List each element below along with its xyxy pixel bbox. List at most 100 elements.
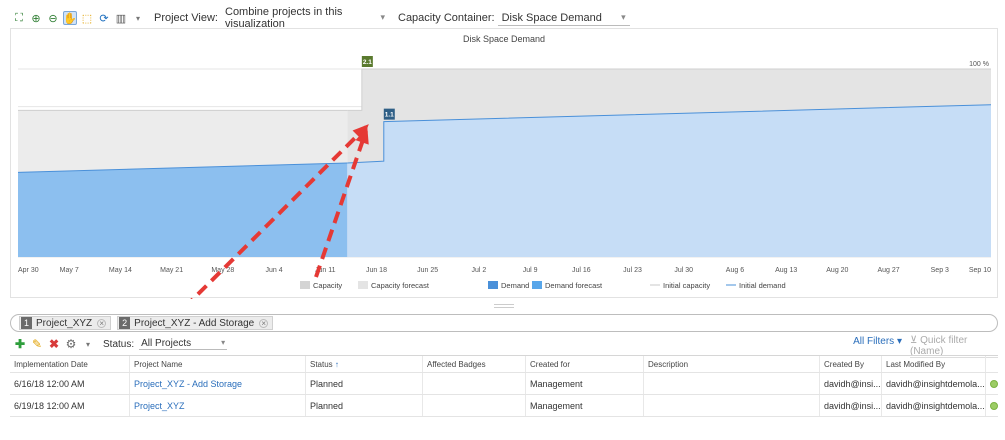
chevron-down-icon[interactable]: ▾ bbox=[131, 11, 145, 25]
project-tag[interactable]: 1 Project_XYZ × bbox=[19, 316, 112, 330]
legend-item: Initial capacity bbox=[650, 281, 710, 290]
legend-label: Demand forecast bbox=[545, 281, 603, 290]
settings-icon[interactable]: ⚙ bbox=[65, 337, 77, 351]
legend-item: Demand forecast bbox=[532, 281, 603, 290]
x-tick-label: Aug 6 bbox=[726, 267, 744, 274]
marker-label: 2.1 bbox=[363, 59, 372, 66]
column-header-label: Status bbox=[310, 359, 333, 369]
tag-label: Project_XYZ bbox=[36, 317, 93, 329]
status-value: All Projects bbox=[141, 338, 192, 349]
chevron-down-icon: ▾ bbox=[380, 12, 385, 22]
all-filters-label: All Filters bbox=[853, 336, 895, 347]
legend-item: Initial demand bbox=[726, 281, 786, 290]
demand-forecast-area bbox=[347, 104, 991, 257]
legend-item: Capacity forecast bbox=[358, 281, 430, 290]
column-spacer bbox=[986, 356, 998, 372]
row-status-cell bbox=[986, 373, 998, 394]
project-view-value: Combine projects in this visualization bbox=[225, 5, 343, 30]
x-tick-label: Aug 13 bbox=[775, 267, 797, 274]
last-modified-by-cell: davidh@insightdemola... bbox=[882, 373, 986, 394]
table-row[interactable]: 6/19/18 12:00 AM Project_XYZ Planned Man… bbox=[10, 395, 998, 417]
implementation-date-cell: 6/19/18 12:00 AM bbox=[10, 395, 130, 416]
zoom-out-icon[interactable]: ⊖ bbox=[46, 11, 60, 25]
column-header-status[interactable]: Status ↑ bbox=[306, 356, 423, 372]
refresh-icon[interactable]: ⟳ bbox=[97, 11, 111, 25]
column-header[interactable]: Implementation Date bbox=[10, 356, 130, 372]
project-view-label: Project View: bbox=[154, 12, 218, 24]
project-name-link[interactable]: Project_XYZ bbox=[130, 395, 306, 416]
project-marker: 2.1 bbox=[361, 56, 373, 67]
chart-toolbar: ⛶ ⊕ ⊖ ✋ ⬚ ⟳ ▥ ▾ Project View: Combine pr… bbox=[12, 5, 630, 32]
implementation-date-cell: 6/16/18 12:00 AM bbox=[10, 373, 130, 394]
created-for-cell: Management bbox=[526, 395, 644, 416]
x-tick-label: Jul 30 bbox=[674, 267, 693, 274]
last-modified-by-cell: davidh@insightdemola... bbox=[882, 395, 986, 416]
projects-table: Implementation Date Project Name Status … bbox=[10, 355, 998, 417]
x-tick-label: Jul 2 bbox=[471, 267, 486, 274]
panel-splitter[interactable] bbox=[494, 304, 514, 308]
legend-label: Initial demand bbox=[739, 281, 786, 290]
close-icon[interactable]: × bbox=[259, 318, 269, 328]
zoom-select-icon[interactable]: ⬚ bbox=[80, 11, 94, 25]
description-cell bbox=[644, 373, 820, 394]
affected-badges-cell bbox=[423, 373, 526, 394]
status-cell: Planned bbox=[306, 395, 423, 416]
zoom-in-icon[interactable]: ⊕ bbox=[29, 11, 43, 25]
filter-icon: ⊻ bbox=[910, 335, 918, 346]
project-marker: 1.1 bbox=[383, 108, 395, 120]
x-tick-label: Jun 18 bbox=[366, 267, 387, 274]
disk-space-chart[interactable]: 0 %20 %40 %60 %80 %100 %Apr 30May 7May 1… bbox=[11, 29, 999, 323]
table-header: Implementation Date Project Name Status … bbox=[10, 355, 998, 373]
x-tick-label: Aug 20 bbox=[826, 267, 848, 274]
table-row[interactable]: 6/16/18 12:00 AM Project_XYZ - Add Stora… bbox=[10, 373, 998, 395]
legend-swatch bbox=[300, 281, 310, 289]
all-filters-button[interactable]: All Filters ▾ bbox=[853, 336, 902, 347]
column-header[interactable]: Created By bbox=[820, 356, 882, 372]
grid-toolbar: ✚ ✎ ✖ ⚙ ▾ Status: All Projects ▾ All Fil… bbox=[14, 335, 998, 358]
status-select[interactable]: All Projects ▾ bbox=[139, 338, 228, 350]
column-header[interactable]: Last Modified By bbox=[882, 356, 986, 372]
description-cell bbox=[644, 395, 820, 416]
x-tick-label: May 14 bbox=[109, 267, 132, 274]
x-tick-label: Jul 9 bbox=[523, 267, 538, 274]
x-tick-label: Jun 4 bbox=[265, 267, 282, 274]
project-name-link[interactable]: Project_XYZ - Add Storage bbox=[130, 373, 306, 394]
edit-icon[interactable]: ✎ bbox=[31, 337, 43, 351]
legend-label: Initial capacity bbox=[663, 281, 710, 290]
capacity-container-select[interactable]: Disk Space Demand ▾ bbox=[497, 11, 630, 26]
column-header[interactable]: Description bbox=[644, 356, 820, 372]
close-icon[interactable]: × bbox=[97, 318, 107, 328]
x-tick-label: Aug 27 bbox=[877, 267, 899, 274]
project-tag[interactable]: 2 Project_XYZ - Add Storage × bbox=[117, 316, 274, 330]
legend-label: Capacity forecast bbox=[371, 281, 430, 290]
fit-icon[interactable]: ⛶ bbox=[12, 11, 26, 25]
chart-panel: Disk Space Demand 0 %20 %40 %60 %80 %100… bbox=[10, 28, 999, 323]
status-ok-icon bbox=[990, 401, 998, 410]
affected-badges-cell bbox=[423, 395, 526, 416]
created-by-cell: davidh@insi... bbox=[820, 373, 882, 394]
columns-icon[interactable]: ▥ bbox=[114, 11, 128, 25]
chevron-down-icon[interactable]: ▾ bbox=[82, 340, 94, 349]
delete-icon[interactable]: ✖ bbox=[48, 337, 60, 351]
x-tick-label: Jul 23 bbox=[623, 267, 642, 274]
add-icon[interactable]: ✚ bbox=[14, 337, 26, 351]
capacity-container-value: Disk Space Demand bbox=[501, 11, 602, 24]
x-tick-label: May 21 bbox=[160, 267, 183, 274]
column-header[interactable]: Affected Badges bbox=[423, 356, 526, 372]
created-for-cell: Management bbox=[526, 373, 644, 394]
status-ok-icon bbox=[990, 379, 998, 388]
legend-swatch bbox=[488, 281, 498, 289]
x-tick-label: Jul 16 bbox=[572, 267, 591, 274]
x-tick-label: Jun 25 bbox=[417, 267, 438, 274]
column-header[interactable]: Project Name bbox=[130, 356, 306, 372]
legend-label: Demand bbox=[501, 281, 529, 290]
legend-swatch bbox=[358, 281, 368, 289]
marker-label: 1.1 bbox=[385, 112, 394, 119]
legend-swatch bbox=[532, 281, 542, 289]
status-cell: Planned bbox=[306, 373, 423, 394]
column-header[interactable]: Created for bbox=[526, 356, 644, 372]
x-tick-label: May 28 bbox=[211, 267, 234, 274]
quick-filter-placeholder: Quick filter (Name) bbox=[910, 335, 968, 357]
tag-number: 2 bbox=[119, 317, 131, 329]
pan-icon[interactable]: ✋ bbox=[63, 11, 77, 25]
